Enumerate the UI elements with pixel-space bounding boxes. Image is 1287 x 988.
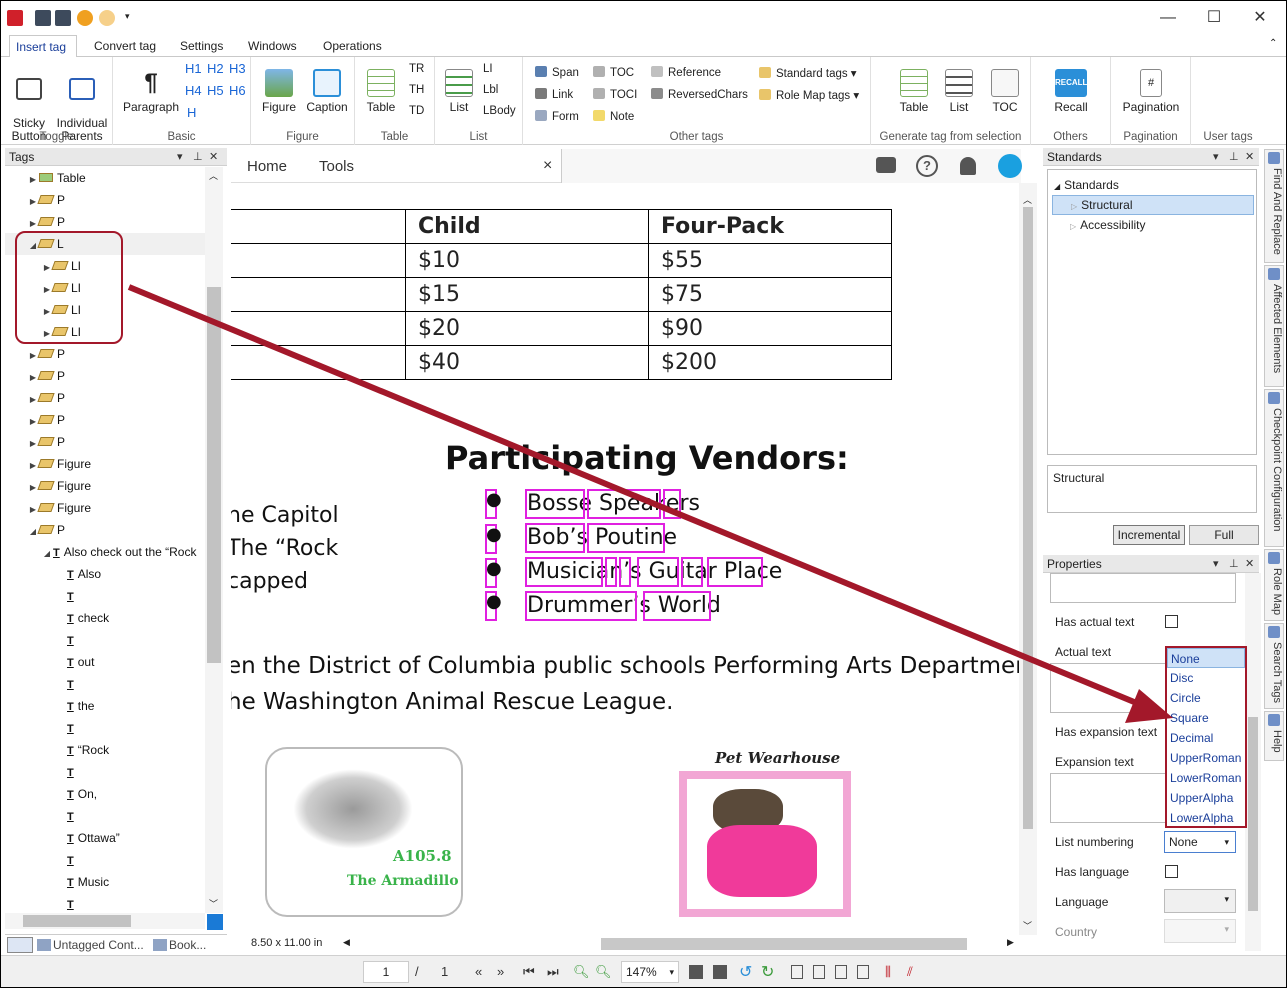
annotation-arrow-head (1125, 689, 1173, 723)
annotation-arrow-line (127, 284, 1141, 707)
app-window: ▾ — ☐ ✕ Insert tag Convert tag Settings … (0, 0, 1287, 988)
annotation-arrow (127, 284, 1173, 723)
